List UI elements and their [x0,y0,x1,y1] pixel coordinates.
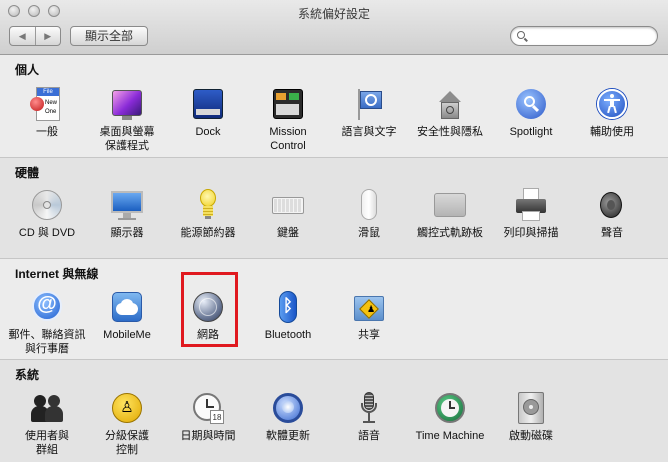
pref-label: 啟動磁碟 [509,430,553,442]
window-title: 系統偏好設定 [297,7,370,21]
pref-label: 共享 [358,329,380,341]
mouse-icon [352,188,386,222]
pref-label: 滑鼠 [358,227,380,239]
forward-button[interactable]: ▶ [36,27,61,45]
mission-control-icon [271,87,305,121]
pref-label: Time Machine [415,430,485,442]
pref-desktop-screensaver[interactable]: 桌面與螢幕 保護程式 [87,87,167,153]
accessibility-icon [595,87,629,121]
pref-mobileme[interactable]: MobileMe [87,290,167,342]
pref-users-groups[interactable]: 使用者與 群組 [7,391,87,457]
pref-sharing[interactable]: ♟ 共享 [329,290,409,342]
print-scan-icon [514,188,548,222]
pref-label: Bluetooth [264,329,312,341]
pref-cd-dvd[interactable]: CD 與 DVD [7,188,87,240]
keyboard-icon [271,188,305,222]
pref-parental-controls[interactable]: ♙ 分級保護 控制 [87,391,167,457]
pref-energy-saver[interactable]: 能源節約器 [168,188,248,240]
mail-contacts-calendars-icon: @ [30,290,64,324]
section-internet-wireless: Internet 與無線 @ 郵件、聯絡資訊 與行事曆 MobileMe 網路 … [0,259,668,360]
show-all-button[interactable]: 顯示全部 [70,26,148,46]
pref-label: 列印與掃描 [503,227,559,239]
pref-label: 一般 [36,126,58,138]
section-title: 個人 [15,63,40,77]
pref-label: 郵件、聯絡資訊 與行事曆 [8,329,86,355]
pref-label: 鍵盤 [277,227,299,239]
nav-buttons: ◀ ▶ [9,26,61,46]
pref-label: 顯示器 [110,227,144,239]
pref-label: 使用者與 群組 [25,430,69,456]
security-privacy-icon [433,87,467,121]
pref-mail-contacts-calendars[interactable]: @ 郵件、聯絡資訊 與行事曆 [7,290,87,356]
pref-security-privacy[interactable]: 安全性與隱私 [410,87,490,139]
pref-spotlight[interactable]: Spotlight [491,87,571,139]
mobileme-icon [110,290,144,324]
spotlight-icon [514,87,548,121]
pref-language-text[interactable]: 語言與文字 [329,87,409,139]
section-title: 硬體 [15,166,40,180]
energy-saver-icon [191,188,225,222]
back-button[interactable]: ◀ [10,27,36,45]
pref-label: 輔助使用 [590,126,634,138]
pref-label: 日期與時間 [180,430,236,442]
parental-controls-icon: ♙ [110,391,144,425]
pref-keyboard[interactable]: 鍵盤 [248,188,328,240]
startup-disk-icon [514,391,548,425]
users-groups-icon [30,391,64,425]
pref-label: 觸控式軌跡板 [417,227,483,239]
pref-label: MobileMe [103,329,151,341]
pref-trackpad[interactable]: 觸控式軌跡板 [410,188,490,240]
pref-label: Dock [195,126,221,138]
pref-label: CD 與 DVD [18,227,76,239]
sound-icon [595,188,629,222]
cd-dvd-icon [30,188,64,222]
trackpad-icon [433,188,467,222]
section-title: 系統 [15,368,40,382]
pref-speech[interactable]: 語音 [329,391,409,443]
search-input[interactable] [510,26,658,46]
dock-icon [191,87,225,121]
language-text-icon [352,87,386,121]
section-system: 系統 使用者與 群組 ♙ 分級保護 控制 18 日期與時間 軟體更新 語音 Ti… [0,360,668,462]
pref-accessibility[interactable]: 輔助使用 [572,87,652,139]
pref-label: 軟體更新 [266,430,310,442]
desktop-screensaver-icon [110,87,144,121]
time-machine-icon [433,391,467,425]
pref-label: 分級保護 控制 [105,430,149,456]
pref-label: 語音 [358,430,380,442]
software-update-icon [271,391,305,425]
section-title: Internet 與無線 [15,267,99,281]
pref-label: 安全性與隱私 [417,126,483,138]
pref-general[interactable]: File New One 一般 [7,87,87,139]
speech-icon [352,391,386,425]
pref-dock[interactable]: Dock [168,87,248,139]
pref-software-update[interactable]: 軟體更新 [248,391,328,443]
search-icon [517,31,525,39]
section-personal: 個人 File New One 一般 桌面與螢幕 保護程式 Dock Missi… [0,55,668,158]
window-titlebar: 系統偏好設定 ◀ ▶ 顯示全部 [0,0,668,55]
date-time-icon: 18 [191,391,225,425]
section-hardware: 硬體 CD 與 DVD 顯示器 能源節約器 鍵盤 滑鼠 觸控式軌跡板 列印與掃描… [0,158,668,259]
network-highlight-box [181,272,238,347]
displays-icon [110,188,144,222]
pref-mouse[interactable]: 滑鼠 [329,188,409,240]
sharing-icon: ♟ [352,290,386,324]
pref-time-machine[interactable]: Time Machine [410,391,490,443]
pref-label: 語言與文字 [341,126,397,138]
pref-startup-disk[interactable]: 啟動磁碟 [491,391,571,443]
pref-label: 能源節約器 [180,227,236,239]
pref-date-time[interactable]: 18 日期與時間 [168,391,248,443]
pref-label: Spotlight [509,126,553,138]
bluetooth-icon: ᛒ [271,290,305,324]
pref-sound[interactable]: 聲音 [572,188,652,240]
pref-label: 聲音 [601,227,623,239]
pref-print-scan[interactable]: 列印與掃描 [491,188,571,240]
pref-label: Mission Control [269,126,307,152]
general-icon: File New One [30,87,64,121]
pref-mission-control[interactable]: Mission Control [248,87,328,153]
pref-bluetooth[interactable]: ᛒ Bluetooth [248,290,328,342]
pref-label: 桌面與螢幕 保護程式 [99,126,155,152]
pref-displays[interactable]: 顯示器 [87,188,167,240]
